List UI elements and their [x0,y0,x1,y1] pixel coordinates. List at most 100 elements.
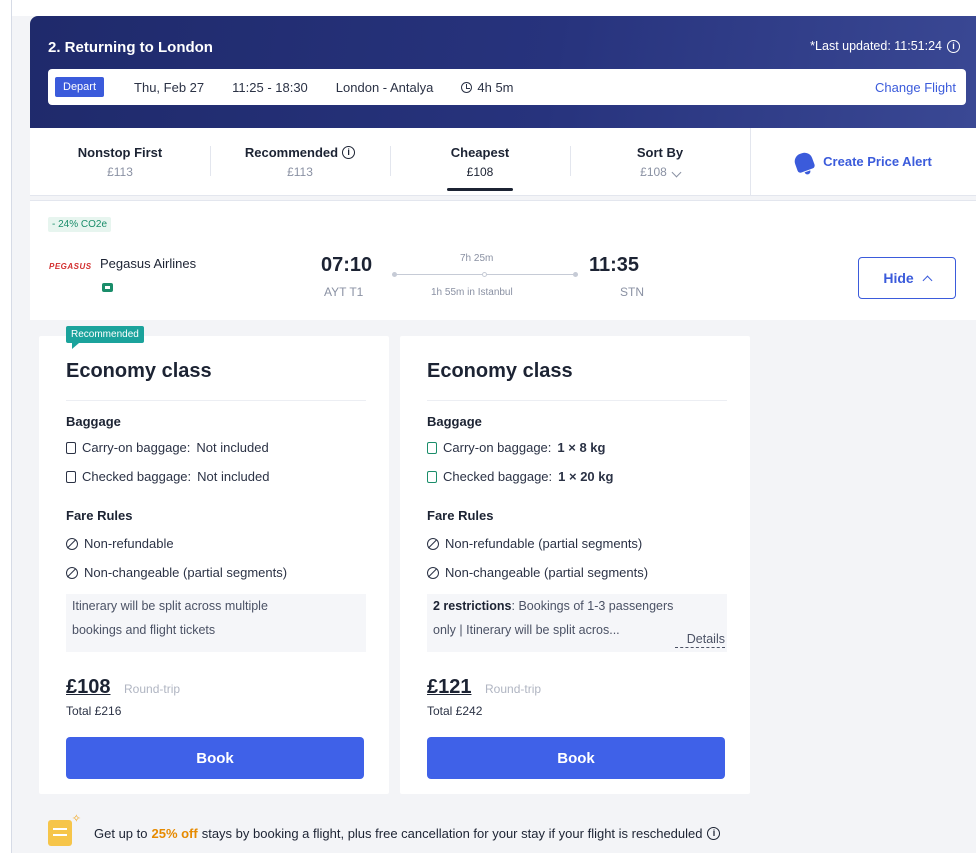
co2-badge: - 24% CO2e [48,217,112,232]
tab-price: £108 [466,164,494,179]
fare-rule-text: Non-refundable [84,536,174,551]
summary-duration: 4h 5m [461,79,514,95]
fare-class-title: Economy class [427,360,573,382]
promo-text-before: Get up to [94,825,148,841]
tab-label-text: Recommended [244,144,339,160]
promo-discount: 25% off [151,825,198,841]
fare-price: £108 [66,676,111,698]
price-alert-label: Create Price Alert [823,154,932,169]
note-line-text: : Bookings of 1-3 passengers [511,599,674,613]
fare-rule-change: Non-changeable (partial segments) [66,565,287,580]
info-icon[interactable]: i [947,39,960,53]
flight-summary-bar: Depart Thu, Feb 27 11:25 - 18:30 London … [48,69,966,105]
checked-value: 1 × 20 kg [558,469,614,484]
flight-result-row[interactable]: - 24% CO2e PEGASUS Pegasus Airlines 07:1… [30,200,976,320]
checked-bag-icon [66,470,76,483]
fare-total: Total £216 [66,704,122,718]
tab-price: £108 [640,165,682,179]
promo-text-after: stays by booking a flight, plus free can… [201,825,703,841]
info-icon[interactable]: i [342,145,356,159]
divider [66,400,366,401]
active-tab-underline [447,188,513,191]
fare-card-economy-recommended: Recommended Economy class Baggage Carry-… [39,326,389,794]
airline-logo: PEGASUS [49,262,92,271]
tab-label: Cheapest [450,144,510,160]
fare-rule-text: Non-changeable (partial segments) [445,565,649,580]
carry-on-baggage: Carry-on baggage: Not included [66,440,269,455]
tab-label: Nonstop First [77,144,163,160]
tab-price: £113 [107,164,133,179]
layover-info: 1h 55m in Istanbul [431,287,513,298]
flight-duration: 7h 25m [460,253,494,264]
departure-airport: AYT T1 [324,285,364,299]
header-title: 2. Returning to London [48,39,213,56]
fare-rule-text: Non-refundable (partial segments) [445,536,643,551]
seat-icon [102,283,113,292]
carry-on-value: 1 × 8 kg [557,440,606,455]
bell-icon [792,149,816,174]
recommended-badge: Recommended [66,326,144,349]
left-edge [0,0,12,853]
tab-cheapest[interactable]: Cheapest £108 [390,128,570,195]
carry-on-bag-icon [427,441,437,454]
fare-rule-text: Non-changeable (partial segments) [84,565,288,580]
info-icon[interactable]: i [707,826,721,840]
fare-rule-refund: Non-refundable (partial segments) [427,536,642,551]
fare-card-economy: Economy class Baggage Carry-on baggage: … [400,336,750,794]
hotel-icon [48,812,81,846]
clock-icon [461,81,473,93]
itinerary-note: Itinerary will be split across multiple … [66,594,366,652]
no-symbol-icon [66,566,78,579]
sort-tabs: Nonstop First £113 Recommended i £113 Che… [30,128,976,196]
note-line: bookings and flight tickets [72,623,216,637]
checked-baggage: Checked baggage: Not included [66,469,269,484]
fare-rules-title: Fare Rules [66,508,133,523]
tab-price: £113 [287,164,313,179]
summary-duration-text: 4h 5m [477,79,514,95]
carry-on-baggage: Carry-on baggage: 1 × 8 kg [427,440,605,455]
arrival-airport: STN [620,285,644,299]
restrictions-count: 2 restrictions [433,599,512,613]
fare-price-type: Round-trip [485,682,542,696]
tab-recommended[interactable]: Recommended i £113 [210,128,390,195]
baggage-title: Baggage [66,414,121,429]
tab-nonstop-first[interactable]: Nonstop First £113 [30,128,210,195]
book-button[interactable]: Book [427,737,725,779]
create-price-alert-button[interactable]: Create Price Alert [750,128,976,195]
fare-class-title: Economy class [66,360,212,382]
hide-button[interactable]: Hide [858,257,956,299]
checked-value: Not included [197,469,270,484]
carry-on-label: Carry-on baggage: [443,440,552,455]
trip-header: 2. Returning to London *Last updated: 11… [30,16,976,128]
book-button[interactable]: Book [66,737,364,779]
chevron-up-icon [922,275,933,285]
note-line: Itinerary will be split across multiple [72,599,268,613]
no-symbol-icon [66,537,78,550]
no-symbol-icon [427,537,439,550]
carry-on-label: Carry-on baggage: [82,440,191,455]
no-symbol-icon [427,566,439,579]
summary-route: London - Antalya [335,79,434,95]
checked-label: Checked baggage: [82,469,192,484]
checked-bag-icon [427,470,437,483]
last-updated: *Last updated: 11:51:24 i [810,39,960,53]
tab-label: Sort By [636,144,684,160]
carry-on-value: Not included [196,440,269,455]
hide-label: Hide [883,270,914,286]
tab-sort-by[interactable]: Sort By £108 [570,128,750,195]
fare-rule-change: Non-changeable (partial segments) [427,565,648,580]
fare-rule-refund: Non-refundable [66,536,174,551]
change-flight-link[interactable]: Change Flight [875,80,956,95]
fare-price-type: Round-trip [124,682,181,696]
summary-times: 11:25 - 18:30 [232,79,308,95]
note-line: 2 restrictions: Bookings of 1-3 passenge… [433,594,721,618]
chevron-down-icon [671,167,682,177]
fare-total: Total £242 [427,704,483,718]
route-start-dot [392,272,397,277]
summary-date: Thu, Feb 27 [134,79,205,95]
last-updated-text: *Last updated: 11:51:24 [810,39,942,53]
checked-label: Checked baggage: [443,469,553,484]
checked-baggage: Checked baggage: 1 × 20 kg [427,469,613,484]
divider [427,400,727,401]
details-link[interactable]: Details [674,631,725,648]
